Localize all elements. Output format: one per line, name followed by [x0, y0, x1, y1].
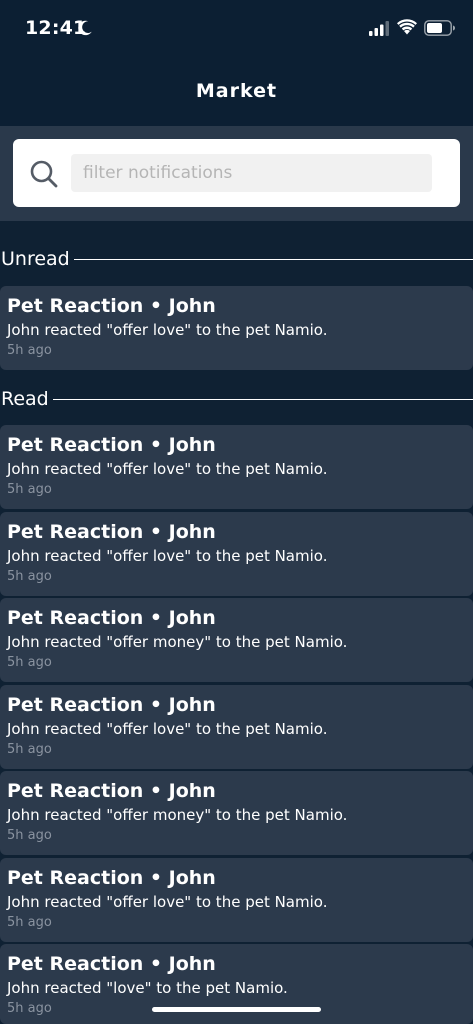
notification-title: Pet Reaction • John: [7, 295, 216, 317]
notification-time: 5h ago: [7, 828, 52, 843]
notification-title: Pet Reaction • John: [7, 694, 216, 716]
read-section-header: Read: [0, 386, 473, 412]
notification-time: 5h ago: [7, 482, 52, 497]
page-title: Market: [195, 80, 278, 102]
wifi-icon: [397, 19, 417, 35]
notification-body: John reacted "offer money" to the pet Na…: [7, 633, 348, 651]
search-input[interactable]: [71, 154, 432, 192]
notification-title: Pet Reaction • John: [7, 867, 216, 889]
notification-body: John reacted "offer money" to the pet Na…: [7, 806, 348, 824]
notification-body: John reacted "offer love" to the pet Nam…: [7, 460, 328, 478]
notification-body: John reacted "offer love" to the pet Nam…: [7, 893, 328, 911]
search-icon[interactable]: [29, 159, 59, 189]
notification-time: 5h ago: [7, 343, 52, 358]
notification-card[interactable]: Pet Reaction • John John reacted "offer …: [0, 685, 473, 769]
search-bar-container: [0, 126, 473, 221]
notification-card[interactable]: Pet Reaction • John John reacted "offer …: [0, 771, 473, 855]
notification-time: 5h ago: [7, 569, 52, 584]
notification-card[interactable]: Pet Reaction • John John reacted "offer …: [0, 858, 473, 942]
notification-title: Pet Reaction • John: [7, 521, 216, 543]
notification-title: Pet Reaction • John: [7, 953, 216, 975]
section-divider: [74, 259, 473, 260]
notification-body: John reacted "offer love" to the pet Nam…: [7, 321, 328, 339]
notification-time: 5h ago: [7, 742, 52, 757]
notification-title: Pet Reaction • John: [7, 780, 216, 802]
notification-body: John reacted "love" to the pet Namio.: [7, 979, 288, 997]
section-label-unread: Unread: [1, 246, 78, 272]
app-header: Market: [0, 58, 473, 126]
status-bar: 12:41: [0, 0, 473, 58]
home-indicator[interactable]: [152, 1007, 321, 1012]
notification-time: 5h ago: [7, 655, 52, 670]
notification-card[interactable]: Pet Reaction • John John reacted "offer …: [0, 286, 473, 370]
notification-card[interactable]: Pet Reaction • John John reacted "offer …: [0, 425, 473, 509]
moon-icon: [78, 20, 92, 36]
section-divider: [53, 399, 473, 400]
unread-section-header: Unread: [0, 246, 473, 272]
battery-icon: [424, 20, 455, 36]
notification-card[interactable]: Pet Reaction • John John reacted "love" …: [0, 944, 473, 1024]
notification-card[interactable]: Pet Reaction • John John reacted "offer …: [0, 598, 473, 682]
notification-title: Pet Reaction • John: [7, 607, 216, 629]
notification-title: Pet Reaction • John: [7, 434, 216, 456]
notification-card[interactable]: Pet Reaction • John John reacted "offer …: [0, 512, 473, 596]
notification-body: John reacted "offer love" to the pet Nam…: [7, 720, 328, 738]
search-box: [13, 139, 460, 207]
notification-time: 5h ago: [7, 915, 52, 930]
cellular-signal-icon: [369, 21, 389, 36]
notification-body: John reacted "offer love" to the pet Nam…: [7, 547, 328, 565]
section-label-read: Read: [1, 386, 57, 412]
